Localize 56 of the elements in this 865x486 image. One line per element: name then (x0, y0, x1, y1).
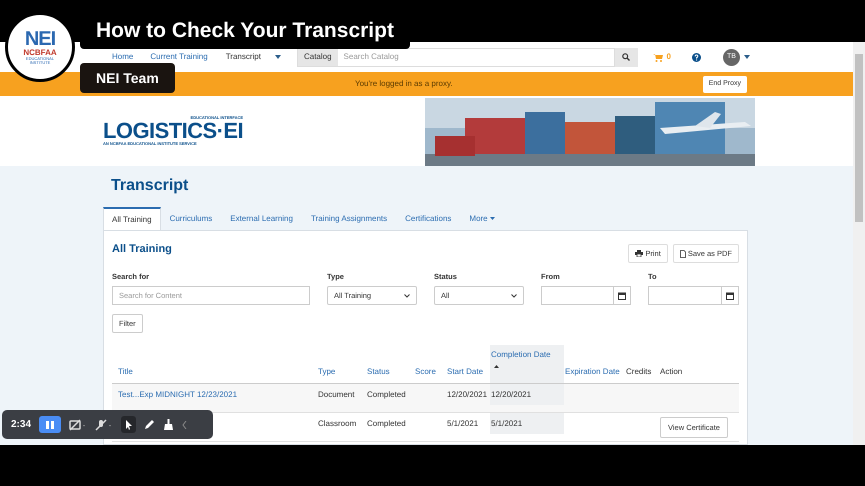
pointer-tool[interactable] (121, 416, 136, 433)
calendar-icon[interactable] (618, 292, 626, 300)
caret-icon[interactable] (744, 55, 750, 59)
column-header[interactable]: Score (415, 366, 445, 378)
pen-icon[interactable] (144, 419, 156, 430)
caret-icon (490, 217, 495, 220)
column-header[interactable]: Expiration Date (565, 366, 624, 378)
column-header[interactable]: Type (318, 366, 365, 378)
nav-link[interactable]: Transcript (226, 51, 261, 63)
tab[interactable]: More (460, 207, 504, 230)
column-header[interactable]: Start Date (447, 366, 489, 378)
collapse-icon[interactable] (182, 420, 188, 428)
calendar-icon[interactable] (726, 292, 734, 300)
scrollbar[interactable] (853, 42, 865, 445)
column-header: Action (660, 366, 684, 378)
tab[interactable]: Training Assignments (302, 207, 396, 230)
table-cell: 12/20/2021 (491, 388, 532, 401)
table-cell: Document (318, 388, 354, 401)
broom-icon[interactable] (163, 419, 174, 430)
tab[interactable]: Certifications (396, 207, 460, 230)
recording-time: 2:34 (11, 418, 32, 432)
card-title: All Training (112, 242, 172, 257)
cart-count: 0 (666, 51, 671, 63)
column-header: Credits (626, 366, 652, 378)
cursor-icon (124, 420, 133, 430)
printer-icon (635, 250, 644, 257)
table-cell: 5/1/2021 (491, 418, 522, 430)
chevron-down-icon (404, 294, 410, 298)
chevron-down-icon (511, 294, 517, 298)
date-field[interactable] (541, 286, 631, 306)
proxy-message: You're logged in as a proxy. (355, 78, 453, 90)
training-title-link[interactable]: Test...Exp MIDNIGHT 12/23/2021 (118, 388, 238, 401)
table-cell: 12/20/2021 (447, 388, 488, 401)
caret-icon[interactable] (274, 55, 281, 59)
table-cell: Completed (367, 388, 406, 401)
nav-link[interactable]: Current Training (150, 51, 208, 63)
page-title: Transcript (111, 176, 190, 196)
search-button[interactable] (614, 48, 638, 66)
table-cell: 5/1/2021 (447, 418, 478, 430)
table-cell: Completed (367, 418, 406, 430)
tab[interactable]: Curriculums (160, 207, 222, 230)
help-icon[interactable] (692, 52, 701, 62)
date-field[interactable] (648, 286, 739, 306)
nav-link[interactable]: Home (112, 51, 134, 63)
column-header[interactable]: Title (118, 366, 316, 378)
table-cell: Classroom (318, 418, 356, 430)
tab[interactable]: External Learning (221, 207, 302, 230)
sort-ascending-icon (494, 365, 499, 368)
search-icon (622, 53, 630, 61)
camera-off-icon[interactable] (69, 418, 88, 430)
pause-button[interactable] (39, 416, 62, 433)
tab[interactable]: All Training (103, 207, 161, 230)
microphone-off-icon[interactable] (95, 418, 114, 430)
presenter-name: NEI Team (80, 63, 175, 93)
column-header[interactable]: Status (367, 366, 413, 378)
file-icon (680, 250, 686, 258)
